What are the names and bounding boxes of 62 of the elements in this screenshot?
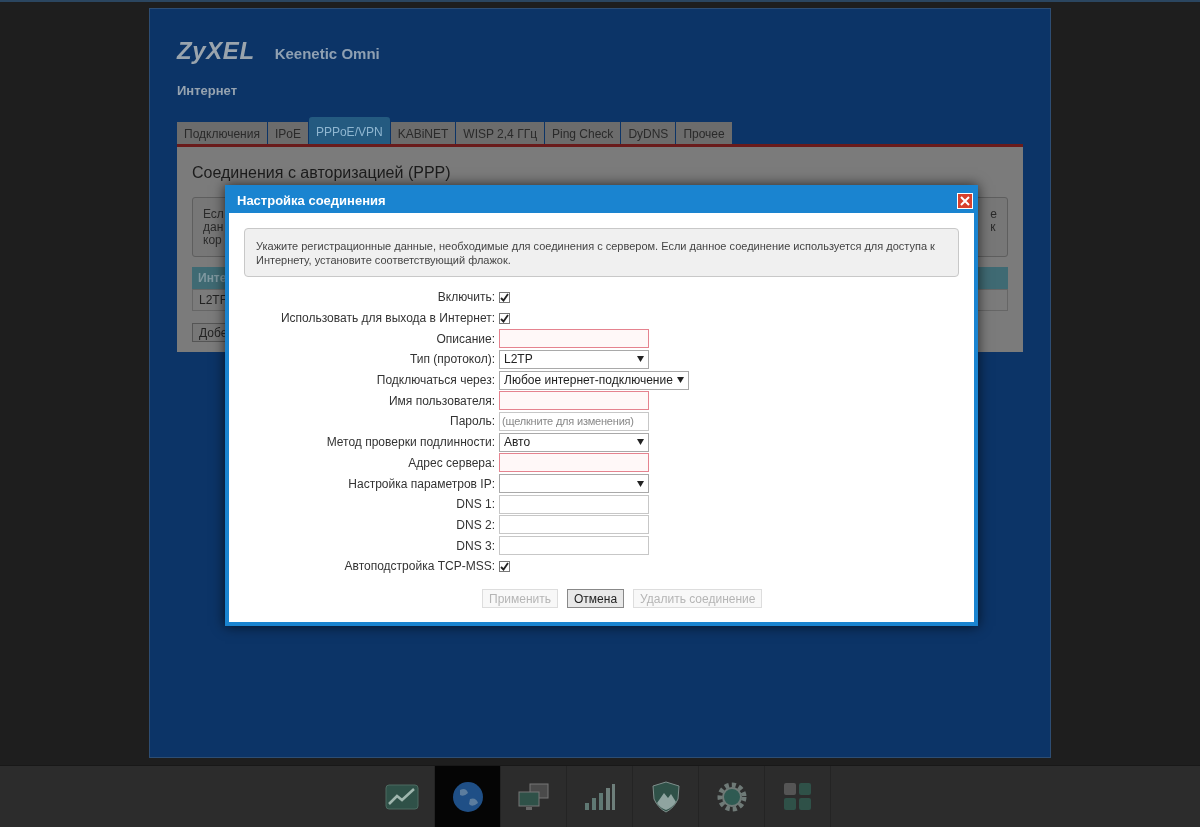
dialog-button[interactable]: Отмена: [567, 588, 625, 608]
tab[interactable]: Подключения: [177, 121, 267, 144]
dialog-title: Настройка соединения: [237, 192, 386, 211]
info-text: Укажите регистрационные данные, необходимые для соединения с сервером. Если данное соединение используется для доступа к Интернету, установите соответствующий флажок.: [256, 239, 936, 267]
globe-icon: [451, 780, 484, 813]
input-field[interactable]: [499, 494, 649, 514]
info-text-fragment: Есл: [203, 207, 224, 221]
tab[interactable]: Ping Check: [545, 121, 621, 144]
field-label: Пароль:: [449, 413, 496, 431]
info-text-fragment: дан: [203, 220, 224, 234]
model-name: Keenetic Omni: [274, 44, 380, 64]
info-text-fragment: к: [990, 220, 997, 234]
field-label: DNS 2:: [455, 516, 496, 534]
close-icon: [960, 196, 970, 206]
checkbox[interactable]: [499, 291, 510, 303]
caret-icon: [637, 356, 644, 363]
dropdown[interactable]: L2TP: [499, 349, 649, 369]
field-label: Имя пользователя:: [387, 392, 496, 410]
caret-icon: [637, 439, 644, 446]
field-label: Настройка параметров IP:: [347, 475, 496, 493]
input-field[interactable]: [499, 453, 649, 473]
chart-icon: [384, 783, 419, 810]
caret-icon: [676, 377, 684, 384]
field-label: DNS 1:: [455, 496, 496, 514]
checkbox[interactable]: [499, 312, 510, 324]
field-label: Автоподстройка TCP-MSS:: [343, 558, 496, 576]
signal-icon: [583, 782, 616, 811]
tab[interactable]: KABiNET: [390, 121, 456, 144]
section-title: Интернет: [177, 82, 238, 100]
field-label: Использовать для выхода в Интернет:: [279, 310, 496, 328]
input-field[interactable]: [499, 515, 649, 535]
field-label: Тип (протокол):: [408, 351, 496, 369]
page-title: Соединения с авторизацией (PPP): [192, 162, 452, 183]
field-label: Включить:: [436, 289, 496, 307]
grid-icon: [782, 781, 813, 812]
field-label: Адрес сервера:: [407, 454, 496, 472]
tab[interactable]: PPPoE/VPN: [308, 116, 390, 144]
info-text-fragment: е: [990, 207, 997, 221]
checkbox[interactable]: [499, 560, 510, 572]
field-label: Описание:: [435, 330, 496, 348]
tab[interactable]: DyDNS: [621, 121, 676, 144]
field-label: Метод проверки подлинности:: [325, 434, 496, 452]
dropdown[interactable]: [499, 474, 649, 494]
dropdown[interactable]: Авто: [499, 432, 649, 452]
gear-icon: [715, 780, 748, 813]
logo: ZyXEL: [177, 36, 255, 66]
tab[interactable]: Прочее: [676, 121, 732, 144]
input-field[interactable]: [499, 391, 649, 411]
field-label: Подключаться через:: [375, 372, 496, 390]
input-field[interactable]: [499, 329, 649, 349]
monitors-icon: [516, 781, 551, 812]
field-label: DNS 3:: [455, 537, 496, 555]
shield-icon: [651, 780, 680, 813]
caret-icon: [637, 480, 644, 487]
info-text-fragment: кор: [203, 233, 222, 247]
nav-tile[interactable]: [435, 766, 501, 827]
input-field[interactable]: [499, 536, 649, 556]
tab[interactable]: WISP 2,4 ГГц: [456, 121, 544, 144]
input-field[interactable]: (щелкните для изменения): [499, 411, 649, 431]
close-button[interactable]: [957, 193, 973, 209]
tab[interactable]: IPoE: [267, 121, 308, 144]
dropdown[interactable]: Любое интернет-подключение: [499, 370, 689, 390]
